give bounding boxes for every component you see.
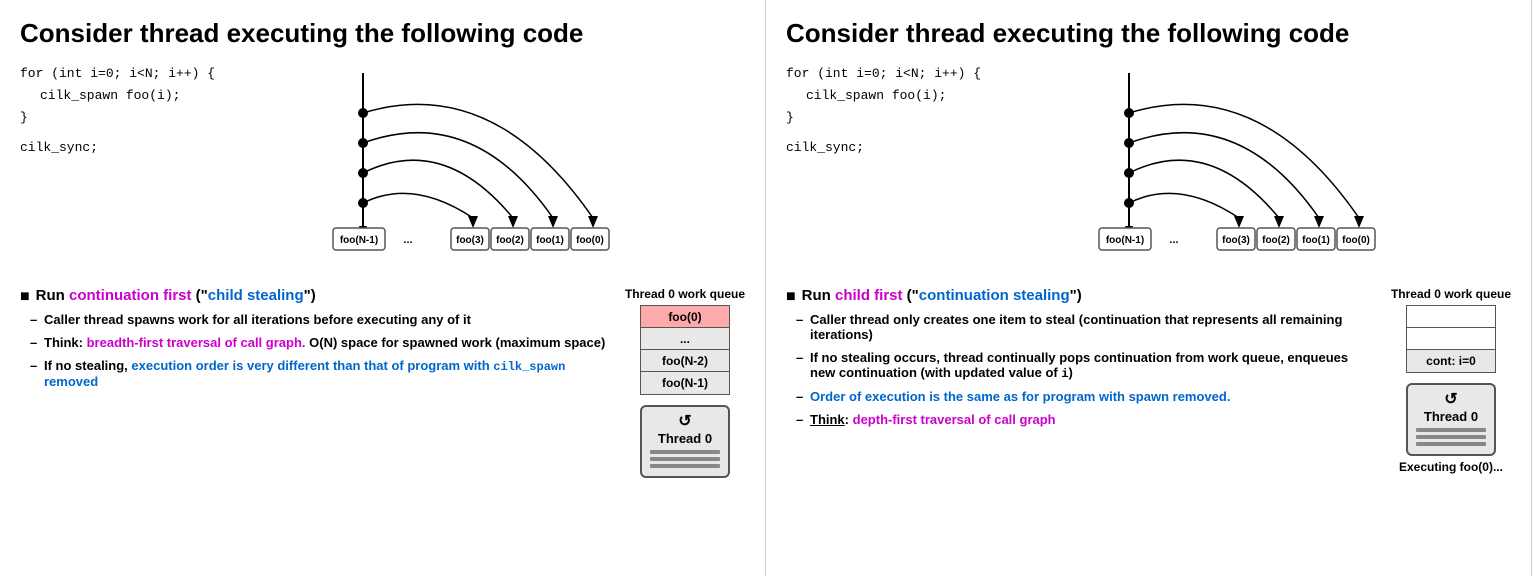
code-line-1: for (int i=0; i<N; i++) { [20,63,220,85]
sub-bullet-2-3: Order of execution is the same as for pr… [796,389,1375,404]
code-line-3: } [20,107,220,129]
panel1-queue-title: Thread 0 work queue [625,287,745,301]
panel2-top: for (int i=0; i<N; i++) { cilk_spawn foo… [786,63,1511,273]
thread-lines-1 [644,450,726,472]
panel1-code: for (int i=0; i<N; i++) { cilk_spawn foo… [20,63,220,273]
svg-text:foo(2): foo(2) [1262,235,1290,246]
thread-line-2-3 [1416,442,1486,446]
queue-cell-3: foo(N-2) [641,350,729,372]
sub-bullet-2-4: Think: depth-first traversal of call gra… [796,412,1375,427]
purple-text-2: breadth-first traversal of call graph. [87,335,306,350]
purple-text-4: depth-first traversal of call graph [853,412,1056,427]
svg-text:foo(3): foo(3) [1222,235,1250,246]
panel2-bottom: ■ Run child first ("continuation stealin… [786,287,1511,474]
panel1-main-bullet-text: Run continuation first ("child stealing"… [36,287,316,304]
svg-text:foo(2): foo(2) [496,235,524,246]
sub-bullet-3: If no stealing, execution order is very … [30,358,609,389]
panel2-thread-label: ↺ Thread 0 [1410,389,1492,424]
queue-cell-2-2 [1407,328,1495,350]
panel2-thread-box: ↺ Thread 0 [1406,383,1496,456]
purple-text-3: child first [835,287,903,304]
queue-cell-1: foo(0) [641,306,729,328]
purple-text-1: continuation first [69,287,192,304]
sub-bullet-1: Caller thread spawns work for all iterat… [30,312,609,327]
panel1-dag: foo(N-1) ... foo(3) foo(2) foo(1) foo(0) [333,63,643,273]
code-line-4: cilk_sync; [20,137,220,159]
panel2-queue-section: Thread 0 work queue cont: i=0 ↺ Thread 0… [1391,287,1511,474]
panel2-bullets: ■ Run child first ("continuation stealin… [786,287,1375,474]
panel1-queue-section: Thread 0 work queue foo(0) ... foo(N-2) … [625,287,745,478]
panel1-sub-bullets: Caller thread spawns work for all iterat… [20,312,609,389]
panel1-top: for (int i=0; i<N; i++) { cilk_spawn foo… [20,63,745,273]
sub-bullet-3-text: If no stealing, execution order is very … [44,358,565,389]
code-line-2b: cilk_spawn foo(i); [806,85,986,107]
sub-bullet-2: Think: breadth-first traversal of call g… [30,335,609,350]
code-line-3b: } [786,107,986,129]
panel-1: Consider thread executing the following … [0,0,766,576]
svg-text:foo(0): foo(0) [576,235,604,246]
panel1-work-queue: foo(0) ... foo(N-2) foo(N-1) [640,305,730,395]
blue-text-3: continuation stealing [919,287,1070,304]
svg-text:...: ... [1169,234,1178,246]
queue-cell-4: foo(N-1) [641,372,729,394]
panel2-dag: foo(N-1) ... foo(3) foo(2) foo(1) foo(0) [1099,63,1409,273]
sub-bullet-2-1: Caller thread only creates one item to s… [796,312,1375,342]
svg-text:...: ... [403,234,412,246]
panel1-thread-box: ↺ Thread 0 [640,405,730,478]
sub-bullet-2-2: If no stealing occurs, thread continuall… [796,350,1375,381]
code-line-1b: for (int i=0; i<N; i++) { [786,63,986,85]
panel2-main-bullet-text: Run child first ("continuation stealing"… [802,287,1082,304]
svg-text:foo(3): foo(3) [456,235,484,246]
panel2-queue-title: Thread 0 work queue [1391,287,1511,301]
thread-lines-2 [1410,428,1492,450]
svg-text:foo(N-1): foo(N-1) [339,235,377,246]
svg-text:foo(N-1): foo(N-1) [1105,235,1143,246]
thread-line-2-2 [1416,435,1486,439]
thread-line-1 [650,450,720,454]
panel1-bottom: ■ Run continuation first ("child stealin… [20,287,745,478]
code-line-4b: cilk_sync; [786,137,986,159]
queue-cell-2: ... [641,328,729,350]
panel1-diagram: foo(N-1) ... foo(3) foo(2) foo(1) foo(0) [230,63,745,273]
bullet-square-2: ■ [786,288,796,306]
blue-text-1: child stealing [208,287,304,304]
queue-cell-2-3: cont: i=0 [1407,350,1495,372]
panel2-main-bullet: ■ Run child first ("continuation stealin… [786,287,1375,306]
sub-bullet-2-4-text: Think: depth-first traversal of call gra… [810,412,1056,427]
panel2-work-queue: cont: i=0 [1406,305,1496,373]
svg-text:foo(0): foo(0) [1342,235,1370,246]
panel1-main-bullet: ■ Run continuation first ("child stealin… [20,287,609,306]
sub-bullet-2-text: Think: breadth-first traversal of call g… [44,335,605,350]
svg-text:foo(1): foo(1) [1302,235,1330,246]
sub-bullet-1-text: Caller thread spawns work for all iterat… [44,312,471,327]
sub-bullet-2-1-text: Caller thread only creates one item to s… [810,312,1342,342]
executing-label: Executing foo(0)... [1399,460,1503,474]
bullet-square: ■ [20,288,30,306]
thread-line-2-1 [1416,428,1486,432]
queue-cell-2-1 [1407,306,1495,328]
panel2-sub-bullets: Caller thread only creates one item to s… [786,312,1375,427]
panel2-code: for (int i=0; i<N; i++) { cilk_spawn foo… [786,63,986,273]
sub-bullet-2-2-text: If no stealing occurs, thread continuall… [810,350,1348,380]
thread-line-3 [650,464,720,468]
panel1-bullets: ■ Run continuation first ("child stealin… [20,287,609,478]
code-line-2: cilk_spawn foo(i); [40,85,220,107]
panel1-title: Consider thread executing the following … [20,18,745,49]
panel2-diagram: foo(N-1) ... foo(3) foo(2) foo(1) foo(0) [996,63,1511,273]
panel1-thread-label: ↺ Thread 0 [644,411,726,446]
svg-text:foo(1): foo(1) [536,235,564,246]
thread-line-2 [650,457,720,461]
blue-text-2: execution order is very different than t… [44,358,565,389]
blue-text-4: Order of execution is the same as for pr… [810,389,1230,404]
panel-2: Consider thread executing the following … [766,0,1532,576]
panel2-title: Consider thread executing the following … [786,18,1511,49]
